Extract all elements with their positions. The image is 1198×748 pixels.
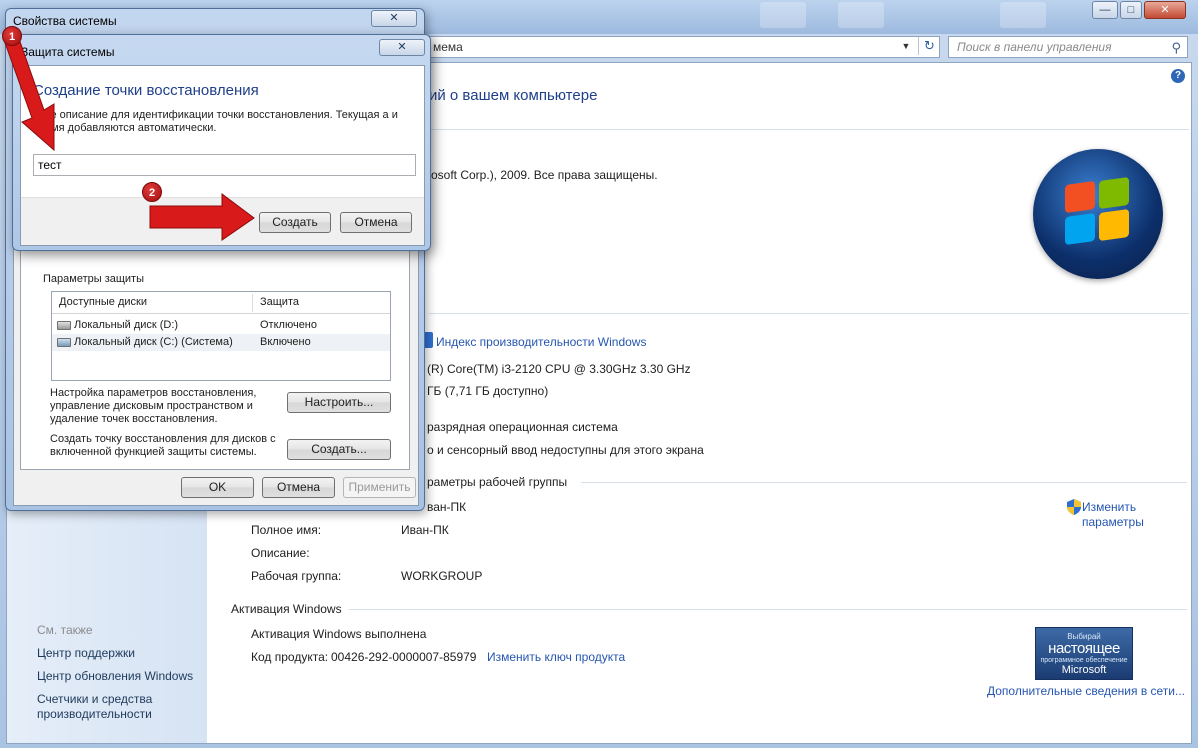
toolbar-ghost-icon (838, 2, 884, 28)
column-separator (252, 294, 253, 312)
close-button[interactable]: ✕ (379, 39, 425, 56)
help-icon[interactable]: ? (1171, 69, 1185, 83)
toolbar-ghost-icon (1000, 2, 1046, 28)
performance-index-link[interactable]: Индекс производительности Windows (436, 335, 646, 349)
ok-button[interactable]: OK (181, 477, 254, 498)
drive-name: Локальный диск (D:) (74, 319, 179, 331)
dialog-title: Защита системы (21, 45, 115, 59)
restore-point-description-input[interactable] (33, 154, 416, 176)
drive-protection-status: Отключено (260, 319, 317, 331)
cancel-button[interactable]: Отмена (340, 212, 412, 233)
create-description: Создать точку восстановления для дисков … (50, 433, 276, 458)
change-product-key-link[interactable]: Изменить ключ продукта (487, 650, 625, 664)
address-field[interactable]: мема (420, 36, 940, 58)
apply-button[interactable]: Применить (343, 477, 416, 498)
toolbar-ghost-icon (760, 2, 806, 28)
genuine-microsoft-badge: Выбирай настоящее программное обеспечени… (1035, 627, 1133, 680)
system-drive-icon (57, 338, 71, 347)
create-restore-point-button[interactable]: Создать... (287, 439, 391, 460)
close-button[interactable]: ✕ (371, 10, 417, 27)
drive-name: Локальный диск (C:) (Система) (74, 336, 233, 348)
search-icon[interactable]: ⚲ (1171, 38, 1181, 58)
system-type-value: разрядная операционная система (427, 420, 618, 434)
annotation-marker-2: 2 (142, 182, 162, 202)
table-row[interactable]: Локальный диск (C:) (Система) Включено (52, 334, 390, 351)
workgroup-section-title: раметры рабочей группы (427, 475, 568, 489)
processor-value: (R) Core(TM) i3-2120 CPU @ 3.30GHz 3.30 … (427, 362, 691, 376)
workgroup-label: Рабочая группа: (251, 569, 342, 583)
uac-shield-icon (1067, 499, 1081, 515)
sidebar-link-support-center[interactable]: Центр поддержки (37, 646, 205, 661)
change-settings-link-line2[interactable]: параметры (1082, 515, 1144, 529)
close-button[interactable]: ✕ (1144, 1, 1186, 19)
dialog-description: дите описание для идентификации точки во… (33, 109, 398, 134)
sidebar-link-windows-update[interactable]: Центр обновления Windows (37, 669, 205, 684)
dialog-heading: Создание точки восстановления (33, 82, 259, 99)
configure-button[interactable]: Настроить... (287, 392, 391, 413)
badge-line: настоящее (1048, 640, 1120, 657)
divider (349, 609, 1187, 610)
full-name-value: Иван-ПК (401, 523, 449, 537)
pen-touch-value: о и сенсорный ввод недоступны для этого … (427, 443, 704, 457)
table-row[interactable]: Локальный диск (D:) Отключено (52, 317, 390, 334)
search-input[interactable]: Поиск в панели управления ⚲ (948, 36, 1188, 58)
more-info-online-link[interactable]: Дополнительные сведения в сети... (987, 684, 1185, 698)
annotation-marker-1: 1 (2, 26, 22, 46)
cancel-button[interactable]: Отмена (262, 477, 335, 498)
description-label: Описание: (251, 546, 310, 560)
activation-status: Активация Windows выполнена (251, 627, 427, 641)
dialog-title: Свойства системы (13, 14, 117, 28)
search-placeholder: Поиск в панели управления (957, 40, 1112, 54)
maximize-button[interactable]: □ (1120, 1, 1142, 19)
copyright-text: rosoft Corp.), 2009. Все права защищены. (427, 168, 658, 182)
product-key-value: 00426-292-0000007-85979 (331, 650, 477, 664)
configure-description: Настройка параметров восстановления, упр… (50, 387, 257, 425)
create-button[interactable]: Создать (259, 212, 331, 233)
create-restore-point-dialog: Защита системы ✕ Создание точки восстано… (12, 34, 431, 251)
drive-protection-status: Включено (260, 336, 311, 348)
badge-line: Microsoft (1061, 664, 1107, 676)
product-key-label: Код продукта: (251, 650, 329, 664)
column-header-drives[interactable]: Доступные диски (59, 296, 147, 308)
computer-name-value: ван-ПК (427, 500, 467, 514)
full-name-label: Полное имя: (251, 523, 322, 537)
divider (429, 129, 1189, 130)
windows-logo (1033, 149, 1163, 279)
dialog-footer: Создать Отмена (21, 197, 424, 245)
divider (581, 482, 1187, 483)
see-also-label: См. также (37, 623, 93, 637)
change-settings-link[interactable]: Изменить (1082, 500, 1136, 514)
drives-table: Доступные диски Защита Локальный диск (D… (51, 291, 391, 381)
table-header: Доступные диски Защита (52, 292, 390, 314)
refresh-icon[interactable]: ↻ (918, 37, 940, 55)
badge-line: программное обеспечение (1040, 657, 1128, 664)
page-title: ий о вашем компьютере (429, 87, 598, 104)
minimize-button[interactable]: — (1092, 1, 1118, 19)
activation-section-title: Активация Windows (231, 602, 342, 616)
memory-value: ГБ (7,71 ГБ доступно) (427, 384, 549, 398)
workgroup-value: WORKGROUP (401, 569, 483, 583)
column-header-protection[interactable]: Защита (260, 296, 299, 308)
drive-icon (57, 321, 71, 330)
divider (429, 313, 1189, 314)
address-dropdown-icon[interactable]: ▼ (898, 37, 914, 55)
dialog-body: Создание точки восстановления дите описа… (20, 65, 425, 246)
protection-settings-label: Параметры защиты (41, 273, 146, 285)
sidebar-link-performance[interactable]: Счетчики и средства производительности (37, 692, 205, 722)
